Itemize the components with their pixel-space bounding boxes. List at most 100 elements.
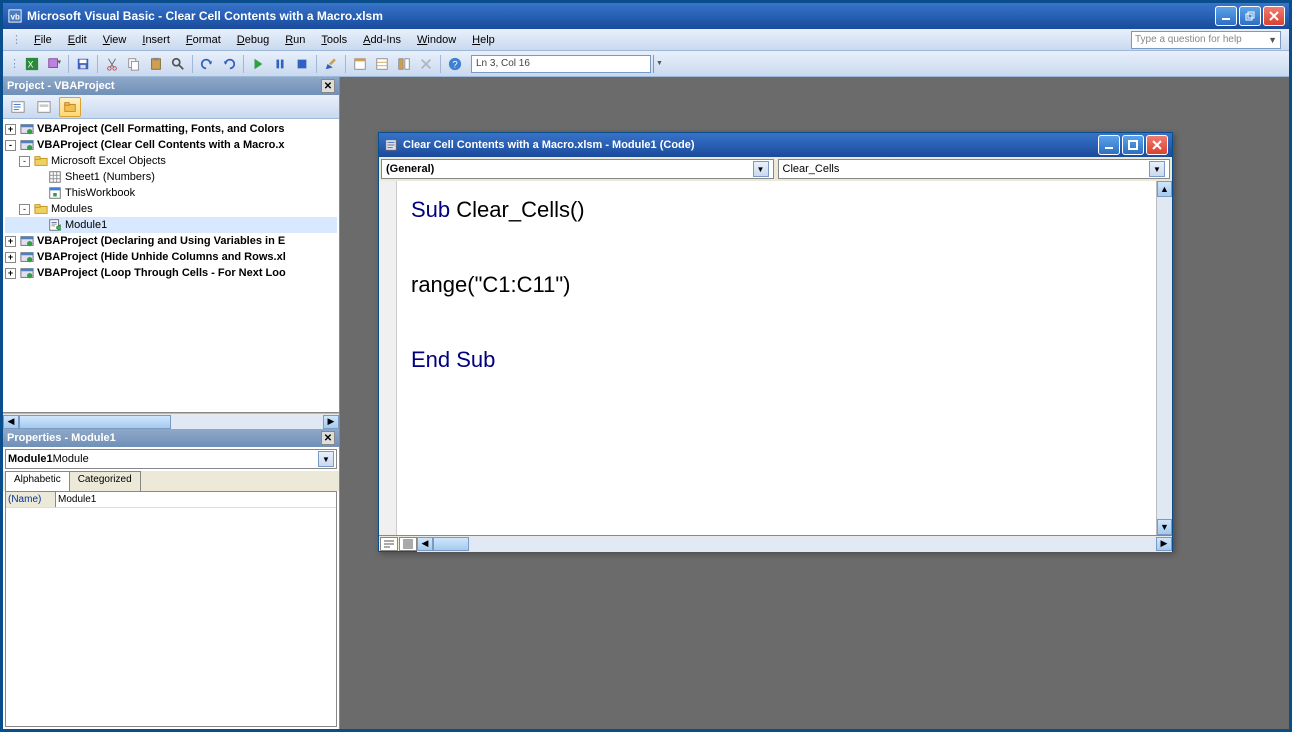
code-editor[interactable]: Sub Clear_Cells() range("C1:C11") End Su… xyxy=(397,181,1156,535)
project-explorer-icon[interactable] xyxy=(350,54,370,74)
menu-edit[interactable]: Edit xyxy=(60,32,95,48)
chevron-down-icon: ▼ xyxy=(1268,35,1277,45)
view-code-icon[interactable] xyxy=(7,97,29,117)
code-body: Sub Clear_Cells() range("C1:C11") End Su… xyxy=(379,181,1172,535)
property-row[interactable]: (Name) Module1 xyxy=(6,492,336,508)
properties-object-combo[interactable]: Module1 Module ▼ xyxy=(5,449,337,469)
properties-window-icon[interactable] xyxy=(372,54,392,74)
save-icon[interactable] xyxy=(73,54,93,74)
minimize-button[interactable] xyxy=(1215,6,1237,26)
tree-node[interactable]: +VBAProject (Declaring and Using Variabl… xyxy=(5,233,337,249)
svg-text:X: X xyxy=(28,59,34,69)
break-icon[interactable] xyxy=(270,54,290,74)
chevron-down-icon[interactable]: ▼ xyxy=(318,451,334,467)
menu-add-ins[interactable]: Add-Ins xyxy=(355,32,409,48)
restore-button[interactable] xyxy=(1239,6,1261,26)
tree-node[interactable]: -Microsoft Excel Objects xyxy=(5,153,337,169)
tree-node[interactable]: -Modules xyxy=(5,201,337,217)
code-window-titlebar[interactable]: Clear Cell Contents with a Macro.xlsm - … xyxy=(379,133,1172,157)
procedure-combo-value: Clear_Cells xyxy=(783,163,840,175)
tree-toggle[interactable]: + xyxy=(5,124,16,135)
menu-file[interactable]: File xyxy=(26,32,60,48)
chevron-down-icon[interactable]: ▼ xyxy=(1149,161,1165,177)
code-close-button[interactable] xyxy=(1146,135,1168,155)
menu-help[interactable]: Help xyxy=(464,32,503,48)
design-mode-icon[interactable] xyxy=(321,54,341,74)
menu-insert[interactable]: Insert xyxy=(134,32,178,48)
insert-dropdown-icon[interactable] xyxy=(44,54,64,74)
cut-icon[interactable] xyxy=(102,54,122,74)
tree-toggle[interactable]: + xyxy=(5,268,16,279)
tree-toggle[interactable]: - xyxy=(19,156,30,167)
property-name: (Name) xyxy=(6,492,56,507)
project-tree[interactable]: +VBAProject (Cell Formatting, Fonts, and… xyxy=(3,119,339,413)
menu-format[interactable]: Format xyxy=(178,32,229,48)
undo-icon[interactable] xyxy=(197,54,217,74)
folder-icon xyxy=(33,202,49,216)
tree-node[interactable]: ThisWorkbook xyxy=(5,185,337,201)
tab-categorized[interactable]: Categorized xyxy=(69,471,141,491)
help-search-box[interactable]: Type a question for help ▼ xyxy=(1131,31,1281,49)
position-indicator: Ln 3, Col 16 xyxy=(471,55,651,73)
tree-node[interactable]: Sheet1 (Numbers) xyxy=(5,169,337,185)
tree-node[interactable]: +VBAProject (Cell Formatting, Fonts, and… xyxy=(5,121,337,137)
toolbox-icon[interactable] xyxy=(416,54,436,74)
menu-view[interactable]: View xyxy=(95,32,135,48)
toggle-folders-icon[interactable] xyxy=(59,97,81,117)
scroll-down-icon[interactable]: ▼ xyxy=(1157,519,1172,535)
object-combo-value: (General) xyxy=(386,163,434,175)
project-toolbar xyxy=(3,95,339,119)
view-object-icon[interactable] xyxy=(33,97,55,117)
tree-label: VBAProject (Hide Unhide Columns and Rows… xyxy=(37,251,286,263)
procedure-view-icon[interactable] xyxy=(380,537,398,551)
tab-alphabetic[interactable]: Alphabetic xyxy=(5,471,70,491)
project-hscroll[interactable]: ◀ ▶ xyxy=(3,413,339,429)
menu-tools[interactable]: Tools xyxy=(313,32,355,48)
scroll-right-icon[interactable]: ▶ xyxy=(323,415,339,429)
close-button[interactable] xyxy=(1263,6,1285,26)
scroll-left-icon[interactable]: ◀ xyxy=(417,537,433,551)
tree-toggle[interactable]: + xyxy=(5,236,16,247)
tree-node[interactable]: +VBAProject (Loop Through Cells - For Ne… xyxy=(5,265,337,281)
scroll-up-icon[interactable]: ▲ xyxy=(1157,181,1172,197)
tree-toggle[interactable]: - xyxy=(19,204,30,215)
tree-node[interactable]: Module1 xyxy=(5,217,337,233)
tree-node[interactable]: + VBAProject (Hide Unhide Columns and Row… xyxy=(5,249,337,265)
run-icon[interactable] xyxy=(248,54,268,74)
props-object-name: Module1 xyxy=(8,453,53,465)
scroll-right-icon[interactable]: ▶ xyxy=(1156,537,1172,551)
chevron-down-icon[interactable]: ▼ xyxy=(753,161,769,177)
help-icon[interactable]: ? xyxy=(445,54,465,74)
toolbar: ⋮ X ? Ln 3, Col 16 ▼ xyxy=(3,51,1289,77)
object-combo[interactable]: (General) ▼ xyxy=(381,159,774,179)
paste-icon[interactable] xyxy=(146,54,166,74)
full-module-view-icon[interactable] xyxy=(399,537,417,551)
redo-icon[interactable] xyxy=(219,54,239,74)
menu-debug[interactable]: Debug xyxy=(229,32,277,48)
view-excel-icon[interactable]: X xyxy=(22,54,42,74)
tree-label: ThisWorkbook xyxy=(65,187,135,199)
code-maximize-button[interactable] xyxy=(1122,135,1144,155)
property-value[interactable]: Module1 xyxy=(56,492,336,507)
reset-icon[interactable] xyxy=(292,54,312,74)
project-pane-close[interactable]: ✕ xyxy=(321,79,335,93)
menu-run[interactable]: Run xyxy=(277,32,313,48)
properties-pane-close[interactable]: ✕ xyxy=(321,431,335,445)
scroll-left-icon[interactable]: ◀ xyxy=(3,415,19,429)
tree-toggle[interactable]: - xyxy=(5,140,16,151)
properties-pane-header: Properties - Module1 ✕ xyxy=(3,429,339,447)
svg-text:?: ? xyxy=(452,59,457,70)
menu-window[interactable]: Window xyxy=(409,32,464,48)
menubar: ⋮ FileEditViewInsertFormatDebugRunToolsA… xyxy=(3,29,1289,51)
code-vscroll[interactable]: ▲ ▼ xyxy=(1156,181,1172,535)
tree-node[interactable]: -VBAProject (Clear Cell Contents with a … xyxy=(5,137,337,153)
code-minimize-button[interactable] xyxy=(1098,135,1120,155)
position-dropdown[interactable]: ▼ xyxy=(653,55,665,73)
copy-icon[interactable] xyxy=(124,54,144,74)
object-browser-icon[interactable] xyxy=(394,54,414,74)
code-hscroll[interactable]: ◀ ▶ xyxy=(417,536,1172,552)
procedure-combo[interactable]: Clear_Cells ▼ xyxy=(778,159,1171,179)
tree-toggle[interactable]: + xyxy=(5,252,16,263)
cursor-position-text: Ln 3, Col 16 xyxy=(476,58,530,69)
find-icon[interactable] xyxy=(168,54,188,74)
